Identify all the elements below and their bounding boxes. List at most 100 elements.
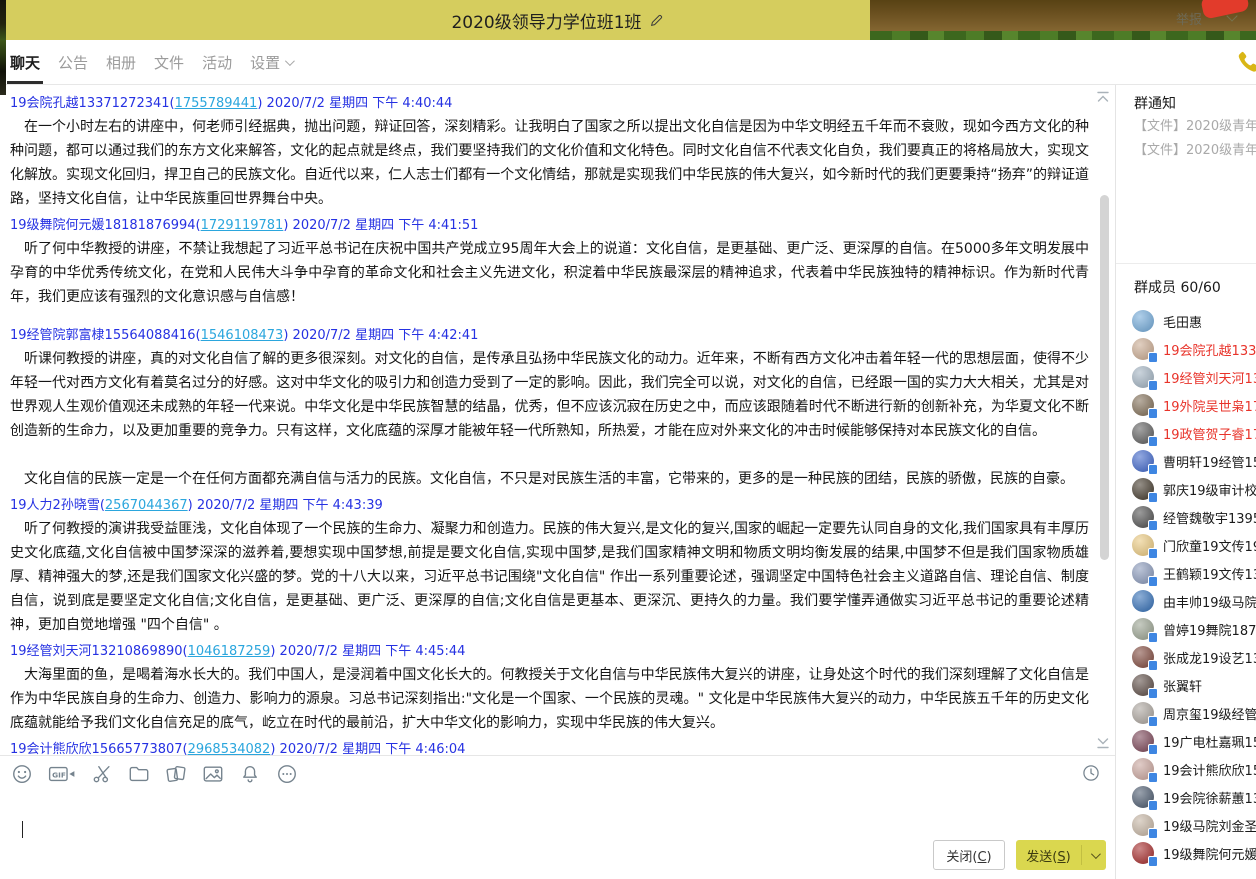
mobile-online-badge-icon [1148,632,1158,643]
message-paragraph: 在一个小时左右的讲座中，何老师引经据典，抛出问题，辩证回答，深刻精彩。让我明白了… [10,115,1089,211]
message-sender[interactable]: 19级舞院何元媛18181876994 [10,218,196,233]
tab-label: 聊天 [10,52,40,73]
message-timestamp: 2020/7/2 星期四 下午 4:45:44 [280,644,466,659]
message-sender[interactable]: 19经管刘天河13210869890 [10,644,183,659]
message-paragraph: 听了何教授的演讲我受益匪浅，文化自体现了一个民族的生命力、凝聚力和创造力。民族的… [10,517,1089,637]
message-header: 19经管刘天河13210869890(1046187259) 2020/7/2 … [10,641,1089,663]
group-notice-item[interactable]: 【文件】2020级青年领 [1134,115,1256,134]
mobile-online-badge-icon [1148,688,1158,699]
group-title: 2020级领导力学位班1班 [451,8,641,33]
sidebar-divider [1116,263,1256,264]
member-row[interactable]: 19会院徐薪蕙1379 [1116,783,1256,811]
mobile-online-badge-icon [1148,800,1158,811]
member-avatar [1132,562,1154,584]
message-paragraph: 文化自信的民族一定是一个在任何方面都充满自信与活力的民族。文化自信，不只是对民族… [10,467,1089,491]
message-sender[interactable]: 19经管院郭富棣15564088416 [10,328,196,343]
member-row[interactable]: 毛田惠 [1116,307,1256,335]
title-bar: 2020级领导力学位班1班 举报 [0,0,1256,40]
send-button[interactable]: 发送(S) [1016,840,1106,870]
member-row[interactable]: 19外院吴世枭1766 [1116,391,1256,419]
mobile-online-badge-icon [1148,856,1158,867]
close-button[interactable]: 关闭(C) [933,840,1005,870]
message-timestamp: 2020/7/2 星期四 下午 4:41:51 [293,218,479,233]
message-sender[interactable]: 19会院孔越13371272341 [10,96,170,111]
member-row[interactable]: 19级马院刘金圣18 [1116,811,1256,839]
member-avatar [1132,534,1154,556]
qq-number-link[interactable]: 1546108473 [201,328,284,343]
qq-number-link[interactable]: 1755789441 [175,96,258,111]
tab-文件[interactable]: 文件 [154,40,184,84]
send-file-folder-icon[interactable] [127,762,151,786]
chat-message: 19会院孔越13371272341(1755789441) 2020/7/2 星… [10,93,1089,211]
emoji-icon[interactable] [10,762,34,786]
member-row[interactable]: 周京玺19级经管学 [1116,699,1256,727]
member-row[interactable]: 由丰帅19级马院思 [1116,587,1256,615]
tab-活动[interactable]: 活动 [202,40,232,84]
member-row[interactable]: 张成龙19设艺1386 [1116,643,1256,671]
member-row[interactable]: 19级舞院何元媛18 [1116,839,1256,867]
qq-number-link[interactable]: 1046187259 [188,644,271,659]
member-row[interactable]: 19广电杜嘉珮1514 [1116,727,1256,755]
tab-聊天[interactable]: 聊天 [10,40,40,84]
member-row[interactable]: 曹明轩19经管1586 [1116,447,1256,475]
member-avatar [1132,646,1154,668]
group-member-list: 毛田惠19会院孔越1337119经管刘天河132119外院吴世枭1766 19政管… [1116,307,1256,879]
member-name: 19会计熊欣欣1566 [1163,760,1256,779]
message-input[interactable] [8,786,1107,832]
tab-设置[interactable]: 设置 [250,40,292,84]
member-name: 张成龙19设艺1386 [1163,648,1256,667]
qq-number-link[interactable]: 2968534082 [188,742,271,755]
member-avatar [1132,450,1154,472]
scroll-to-top-button[interactable] [1095,88,1113,102]
report-link[interactable]: 举报 [1176,9,1202,28]
member-row[interactable]: 19会计熊欣欣1566 [1116,755,1256,783]
tab-公告[interactable]: 公告 [58,40,88,84]
chat-scrollbar-thumb[interactable] [1100,195,1109,560]
message-header: 19经管院郭富棣15564088416(1546108473) 2020/7/2… [10,325,1089,347]
message-sender[interactable]: 19会计熊欣欣15665773807 [10,742,183,755]
message-history-clock-icon[interactable] [1081,763,1101,783]
member-row[interactable]: 郭庆19级审计校企 [1116,475,1256,503]
more-tools-icon[interactable] [275,762,299,786]
member-name: 19政管贺子睿1775 [1163,424,1256,443]
qq-number-link[interactable]: 1729119781 [201,218,284,233]
message-header: 19人力2孙晓雪(2567044367) 2020/7/2 星期四 下午 4:4… [10,495,1089,517]
mobile-online-badge-icon [1148,492,1158,503]
member-row[interactable]: 19经管刘天河1321 [1116,363,1256,391]
edit-title-icon[interactable] [649,13,664,28]
tab-bar: 聊天公告相册文件活动设置 [0,40,1256,85]
member-avatar [1132,366,1154,388]
send-image-icon[interactable] [201,762,225,786]
message-paragraph: 大海里面的鱼，是喝着海水长大的。我们中国人，是浸润着中国文化长大的。何教授关于文… [10,663,1089,735]
member-row[interactable]: 19会院孔越13371 [1116,335,1256,363]
qq-group-chat-window: 2020级领导力学位班1班 举报 聊天公告相册文件活动设置 19会院孔越1337… [0,0,1256,879]
scroll-to-bottom-button[interactable] [1095,734,1113,748]
qq-number-link[interactable]: 2567044367 [105,498,188,513]
chat-message: 19级舞院何元媛18181876994(1729119781) 2020/7/2… [10,215,1089,309]
group-sidebar: 群通知 【文件】2020级青年领 【文件】2020级青年领 群成员 60/60 … [1115,85,1256,879]
member-avatar [1132,338,1154,360]
member-row[interactable]: 曾婷19舞院18780 [1116,615,1256,643]
message-composer: GIF 关 [0,755,1115,879]
banner-logo-fragment [1200,0,1250,20]
group-notice-item[interactable]: 【文件】2020级青年领 [1134,139,1256,158]
member-row[interactable]: 门欣童19文传1985 [1116,531,1256,559]
paren: ) [283,218,292,233]
screenshot-scissors-icon[interactable] [90,762,114,786]
member-row[interactable]: 张翼轩 [1116,671,1256,699]
send-options-chevron-icon[interactable] [1082,852,1106,859]
gif-hotpic-icon[interactable]: GIF [47,762,77,786]
tab-相册[interactable]: 相册 [106,40,136,84]
multi-file-icon[interactable] [164,762,188,786]
tab-label: 相册 [106,52,136,73]
text-caret [22,821,23,838]
member-row[interactable]: 王鹤颖19文传1361 [1116,559,1256,587]
member-row[interactable]: 19政管贺子睿1775 [1116,419,1256,447]
voice-call-icon[interactable] [1236,49,1256,75]
shake-bell-icon[interactable] [238,762,262,786]
member-name: 郭庆19级审计校企 [1163,480,1256,499]
tab-label: 文件 [154,52,184,73]
member-row[interactable]: 经管魏敬宇139541 [1116,503,1256,531]
message-sender[interactable]: 19人力2孙晓雪 [10,498,100,513]
mobile-online-badge-icon [1148,716,1158,727]
